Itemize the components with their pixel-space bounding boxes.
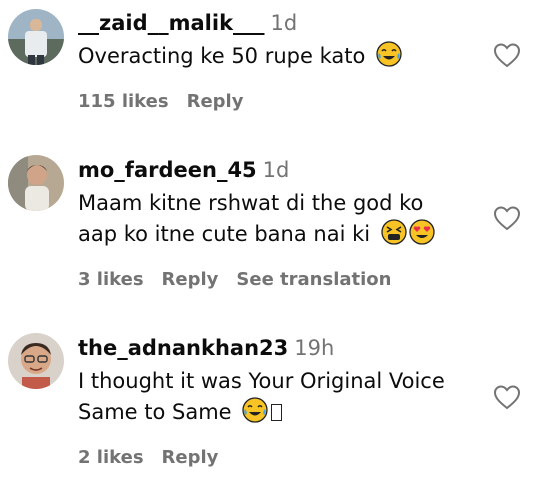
- comment-line-2: Same to Same: [78, 397, 445, 428]
- like-button[interactable]: [493, 42, 521, 68]
- comment-meta: 115 likes Reply: [78, 91, 261, 113]
- comment-header: the_adnankhan23 19h: [78, 335, 334, 361]
- see-translation-button[interactable]: See translation: [236, 269, 391, 290]
- avatar[interactable]: [8, 333, 64, 389]
- tired-face-emoji: [381, 219, 407, 245]
- heart-outline-icon: [493, 206, 521, 231]
- comment-line: Maam kitne rshwat di the god ko: [78, 191, 424, 215]
- comment-meta: 2 likes Reply: [78, 447, 236, 469]
- username[interactable]: mo_fardeen_45: [78, 158, 257, 182]
- likes-count[interactable]: 115 likes: [78, 91, 169, 112]
- avatar-photo-2: [8, 155, 64, 211]
- timestamp: 1d: [270, 11, 298, 35]
- likes-count[interactable]: 3 likes: [78, 269, 144, 290]
- comment-header: mo_fardeen_45 1d: [78, 157, 289, 183]
- comment-line: Overacting ke 50 rupe kato: [78, 44, 372, 68]
- timestamp: 1d: [262, 158, 290, 182]
- missing-glyph-box: [271, 404, 283, 421]
- username[interactable]: the_adnankhan23: [78, 336, 288, 360]
- avatar-photo-1: [8, 9, 64, 65]
- avatar-photo-3: [8, 333, 64, 389]
- tears-of-joy-emoji: [376, 41, 402, 67]
- comment-text: Overacting ke 50 rupe kato: [78, 41, 402, 72]
- reply-button[interactable]: Reply: [187, 91, 244, 112]
- comment-text: I thought it was Your Original Voice Sam…: [78, 366, 445, 428]
- timestamp: 19h: [294, 336, 335, 360]
- comment-line: I thought it was Your Original Voice: [78, 369, 445, 393]
- username[interactable]: __zaid__malik___: [78, 11, 265, 35]
- reply-button[interactable]: Reply: [162, 447, 219, 468]
- comment-header: __zaid__malik___ 1d: [78, 10, 297, 36]
- heart-outline-icon: [493, 43, 521, 68]
- likes-count[interactable]: 2 likes: [78, 447, 144, 468]
- reply-button[interactable]: Reply: [162, 269, 219, 290]
- comment-meta: 3 likes Reply See translation: [78, 269, 409, 291]
- tears-of-joy-emoji: [242, 397, 268, 423]
- like-button[interactable]: [493, 205, 521, 231]
- comment-line-2: aap ko itne cute bana nai ki: [78, 219, 435, 250]
- comment-text: Maam kitne rshwat di the god ko aap ko i…: [78, 188, 435, 250]
- like-button[interactable]: [493, 384, 521, 410]
- heart-eyes-emoji: [409, 219, 435, 245]
- avatar[interactable]: [8, 155, 64, 211]
- avatar[interactable]: [8, 9, 64, 65]
- heart-outline-icon: [493, 385, 521, 410]
